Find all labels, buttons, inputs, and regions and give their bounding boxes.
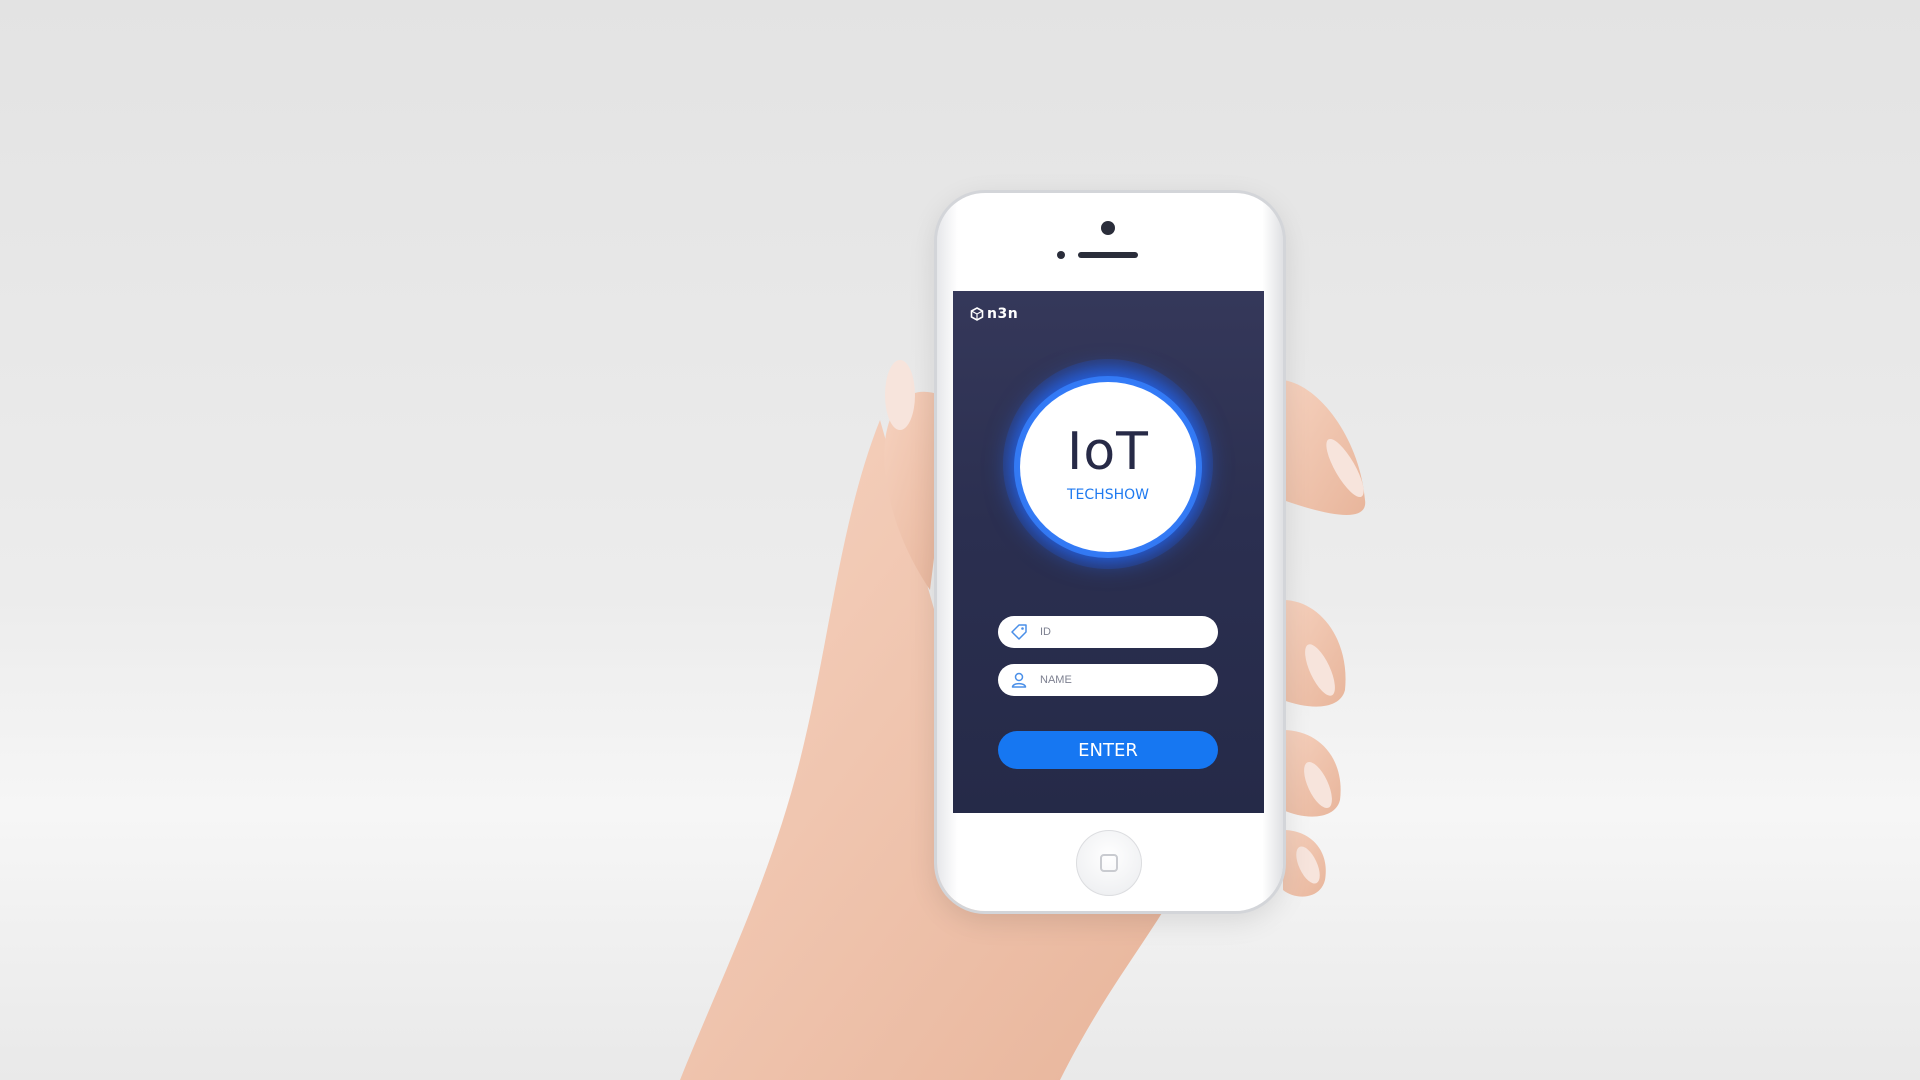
brand-logo: n3n xyxy=(970,305,1018,323)
logo-title: IoT xyxy=(1067,422,1149,482)
home-button[interactable] xyxy=(1076,830,1142,896)
phone-device: n3n IoT TECHSHOW ENTER xyxy=(937,193,1283,911)
name-input[interactable] xyxy=(1038,673,1212,687)
app-screen: n3n IoT TECHSHOW ENTER xyxy=(953,291,1264,813)
cube-icon xyxy=(970,307,984,321)
name-field[interactable] xyxy=(998,664,1218,696)
proximity-sensor xyxy=(1057,251,1065,259)
front-camera xyxy=(1101,221,1115,235)
enter-button[interactable]: ENTER xyxy=(998,731,1218,769)
tag-icon xyxy=(1011,624,1027,640)
logo-subtitle: TECHSHOW xyxy=(1067,487,1149,503)
brand-name: n3n xyxy=(987,306,1019,322)
home-square-icon xyxy=(1100,854,1118,872)
id-input[interactable] xyxy=(1038,625,1212,639)
id-field[interactable] xyxy=(998,616,1218,648)
user-icon xyxy=(1011,672,1027,688)
earpiece-speaker xyxy=(1078,252,1138,258)
event-logo: IoT TECHSHOW xyxy=(1020,382,1196,552)
